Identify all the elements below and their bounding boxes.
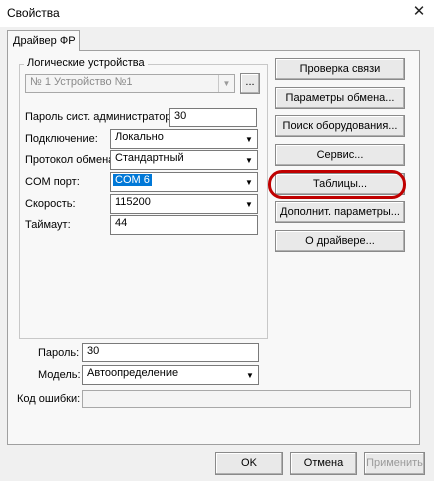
cancel-button[interactable]: Отмена — [290, 452, 357, 475]
protocol-select[interactable]: Стандартный ▼ — [110, 150, 258, 170]
password-label: Пароль: — [38, 347, 80, 359]
model-select-value: Автоопределение — [87, 367, 179, 379]
service-button[interactable]: Сервис... — [275, 144, 405, 166]
speed-select-value: 115200 — [115, 196, 151, 208]
model-select[interactable]: Автоопределение ▼ — [82, 365, 259, 385]
search-hardware-button[interactable]: Поиск оборудования... — [275, 115, 405, 137]
chevron-down-icon[interactable]: ▼ — [241, 195, 257, 213]
extra-params-button[interactable]: Дополнит. параметры... — [275, 201, 405, 223]
close-icon[interactable]: ✕ — [410, 3, 428, 21]
connection-select[interactable]: Локально ▼ — [110, 129, 258, 149]
speed-label: Скорость: — [25, 198, 76, 210]
about-driver-button[interactable]: О драйвере... — [275, 230, 405, 252]
admin-password-field[interactable]: 30 — [169, 108, 257, 127]
admin-password-label: Пароль сист. администратора: — [25, 111, 181, 123]
connection-label: Подключение: — [25, 133, 98, 145]
check-connection-button[interactable]: Проверка связи — [275, 58, 405, 80]
tables-highlight — [268, 170, 406, 199]
com-port-select-value: COM 6 — [113, 174, 152, 186]
chevron-down-icon[interactable]: ▼ — [242, 366, 258, 384]
speed-select[interactable]: 115200 ▼ — [110, 194, 258, 214]
chevron-down-icon[interactable]: ▼ — [241, 151, 257, 169]
device-select-value: № 1 Устройство №1 — [30, 76, 133, 88]
browse-device-button[interactable]: ... — [240, 73, 260, 94]
exchange-params-button[interactable]: Параметры обмена... — [275, 87, 405, 109]
protocol-select-value: Стандартный — [115, 152, 184, 164]
error-code-label: Код ошибки: — [17, 393, 81, 405]
title-bar — [0, 0, 434, 27]
password-field[interactable]: 30 — [82, 343, 259, 362]
com-port-label: COM порт: — [25, 176, 80, 188]
timeout-field[interactable]: 44 — [110, 215, 258, 235]
window-title: Свойства — [7, 6, 60, 20]
chevron-down-icon: ▼ — [218, 75, 234, 92]
device-select: № 1 Устройство №1 ▼ — [25, 74, 235, 93]
chevron-down-icon[interactable]: ▼ — [241, 173, 257, 191]
chevron-down-icon[interactable]: ▼ — [241, 130, 257, 148]
tab-driver-fr[interactable]: Драйвер ФР — [7, 30, 80, 51]
error-code-field — [82, 390, 411, 408]
connection-select-value: Локально — [115, 131, 164, 143]
apply-button: Применить — [364, 452, 425, 475]
ok-button[interactable]: OK — [215, 452, 283, 475]
model-label: Модель: — [38, 369, 81, 381]
protocol-label: Протокол обмена: — [25, 154, 118, 166]
timeout-label: Таймаут: — [25, 219, 71, 231]
logical-devices-legend: Логические устройства — [24, 57, 148, 69]
com-port-select[interactable]: COM 6 ▼ — [110, 172, 258, 192]
